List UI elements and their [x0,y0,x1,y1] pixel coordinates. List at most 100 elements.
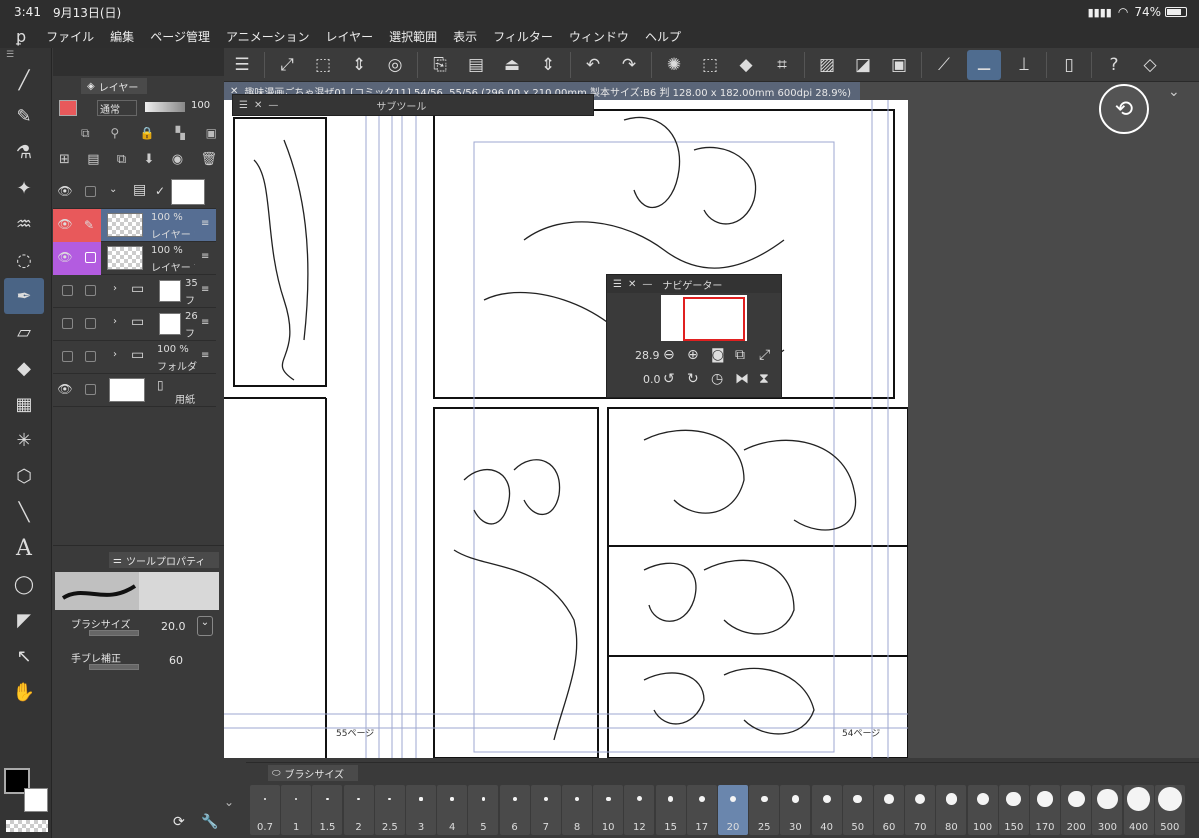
eye-icon[interactable]: 👁 [57,217,73,233]
zoom-out-icon[interactable]: ⊖ [663,347,675,363]
menu-selection[interactable]: 選択範囲 [389,28,437,45]
brush-size-option[interactable]: 100 [967,785,998,835]
flip-vertical-icon[interactable]: ⧗ [759,371,769,387]
brush-size-value[interactable]: 20.0 [161,620,186,633]
zoom-in-icon[interactable]: ⊕ [687,347,699,363]
brush-size-option[interactable]: 70 [905,785,936,835]
layer-checkbox[interactable] [85,252,96,263]
save-icon[interactable]: ⏏ [499,52,525,78]
device-icon[interactable]: ▯ [1056,52,1082,78]
clip-icon[interactable]: ⧉ [81,126,90,141]
reset-rotation-icon[interactable]: ◷ [711,371,723,387]
navigator-preview[interactable] [661,295,747,341]
stepper-icon[interactable]: ⇕ [346,52,372,78]
eye-icon[interactable]: 👁 [57,184,73,200]
minimize-icon[interactable]: — [268,100,278,111]
eraser-icon[interactable]: ▱ [4,314,44,350]
decoration-icon[interactable]: ✦ [4,170,44,206]
sync-icon[interactable]: ⟳ [173,814,185,830]
layer-row[interactable]: › ▭ 26 フ ≡ [53,308,216,341]
menu-help[interactable]: ヘルプ [645,28,681,45]
brush-size-option[interactable]: 4 [437,785,468,835]
pen-icon[interactable]: ✎ [4,98,44,134]
brush-size-option[interactable]: 400 [1123,785,1154,835]
layer-tab[interactable]: ◈ レイヤー [81,78,147,94]
brush-size-option[interactable]: 8 [562,785,592,835]
brush-size-option[interactable]: 170 [1030,785,1060,835]
visibility-checkbox[interactable] [62,318,73,329]
brush-size-option[interactable]: 12 [624,785,655,835]
layer-menu-icon[interactable]: ≡ [201,218,209,229]
menu-icon[interactable]: ☰ [229,52,255,78]
brush-size-option[interactable]: 3 [406,785,436,835]
pen-edit-icon[interactable]: ✎ [77,209,101,242]
cloud-icon[interactable]: ◎ [382,52,408,78]
balloon-icon[interactable]: ◯ [4,566,44,602]
brush-size-option[interactable]: 150 [998,785,1029,835]
brush-size-option[interactable]: 1.5 [312,785,343,835]
menu-file[interactable]: ファイル [46,28,94,45]
layer-menu-icon[interactable]: ≡ [201,284,209,295]
gradient-icon[interactable]: ▦ [4,386,44,422]
brush-size-option[interactable]: 60 [874,785,904,835]
undo-icon[interactable]: ↶ [580,52,606,78]
rotate-canvas-icon[interactable]: ⟲ [1099,84,1149,134]
expand-chevron-icon[interactable]: › [113,349,117,360]
rotate-right-icon[interactable]: ↻ [687,371,699,387]
expand-chevron-icon[interactable]: ⌄ [109,184,117,195]
brush-size-option[interactable]: 15 [655,785,686,835]
help-icon[interactable]: ? [1101,52,1127,78]
panel-grip-icon[interactable]: ☰ [613,279,622,290]
reference-icon[interactable]: ⚲ [110,126,119,140]
transparent-color-swatch[interactable] [6,820,48,832]
auto-select-icon[interactable]: ✳ [4,422,44,458]
menu-view[interactable]: 表示 [453,28,477,45]
eraser-quick-icon[interactable]: ◇ [1137,52,1163,78]
airbrush-icon[interactable]: ⚗ [4,134,44,170]
brush-size-option[interactable]: 2 [343,785,374,835]
brush-size-option[interactable]: 0.7 [250,785,280,835]
menu-layer[interactable]: レイヤー [325,28,373,45]
layer-checkbox[interactable] [85,318,96,329]
select-icon[interactable]: ⬚ [697,52,723,78]
transform-icon[interactable]: ⬚ [310,52,336,78]
new-file-icon[interactable]: ⎘ [427,52,453,78]
layer-checkbox[interactable] [85,285,96,296]
layer-menu-icon[interactable]: ≡ [201,317,209,328]
layer-checkbox[interactable] [85,384,96,395]
layer-menu-icon[interactable]: ≡ [201,350,209,361]
rotation-value[interactable]: 0.0 [643,373,661,386]
layer-checkbox[interactable] [85,351,96,362]
visibility-checkbox[interactable] [62,351,73,362]
brush-size-option[interactable]: 300 [1092,785,1123,835]
merge-icon[interactable]: ⬇ [144,152,155,167]
new-layer-icon[interactable]: ⊞ [59,152,70,167]
brush-size-option[interactable]: 40 [811,785,842,835]
copy-layer-icon[interactable]: ⧉ [117,152,126,167]
menu-page-management[interactable]: ページ管理 [150,28,210,45]
layer-checkbox[interactable] [85,186,96,197]
brush-size-option[interactable]: 7 [530,785,561,835]
panel-grip-icon[interactable]: ☰ [0,50,51,62]
minimize-icon[interactable]: — [642,279,652,290]
zoom-value[interactable]: 28.9 [635,349,660,362]
layer-row[interactable]: 👁 ⌄ ▤ ✓ [53,176,216,209]
sub-color-swatch[interactable] [24,788,48,812]
brush-size-option[interactable]: 20 [718,785,748,835]
layer-row[interactable]: › ▭ 35 フ ≡ [53,275,216,308]
blend-icon[interactable]: ♒ [4,206,44,242]
close-icon[interactable]: ✕ [254,100,262,111]
navigator-view-rect[interactable] [683,297,745,341]
crop-icon[interactable]: ⌗ [769,52,795,78]
layer-mask-icon[interactable]: ◉ [172,152,183,167]
open-icon[interactable]: ▤ [463,52,489,78]
lock-icon[interactable]: 🔒 [140,126,155,140]
layer-row[interactable]: › ▭ 100 % フォルダ ≡ [53,341,216,374]
stepper-icon-2[interactable]: ⇕ [535,52,561,78]
layer-row-active[interactable]: 👁 ✎ 100 % レイヤー 10 ≡ [53,209,216,242]
ruler-icon[interactable]: ⟋ [931,52,957,78]
deselect-icon[interactable]: ▨ [814,52,840,78]
stabilization-slider[interactable] [89,664,139,670]
brush-size-option[interactable]: 1 [281,785,312,835]
collapse-chevron-icon[interactable]: ⌄ [224,795,234,809]
